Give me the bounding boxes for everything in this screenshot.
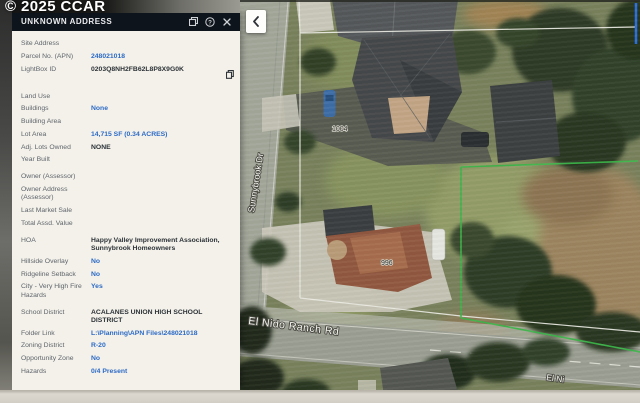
field-value[interactable]: 0/4 Present bbox=[91, 368, 234, 376]
field-row: City - Very High Fire Hazards Yes bbox=[21, 283, 234, 299]
panel-rows: Site Address Parcel No. (APN) 248021018 Lig… bbox=[21, 40, 234, 376]
dark-car bbox=[461, 132, 489, 147]
house-number-996: 996 bbox=[381, 260, 393, 267]
photo-border-top-line bbox=[240, 0, 640, 2]
field-value[interactable]: No bbox=[91, 271, 234, 279]
field-row: Total Assd. Value bbox=[21, 220, 234, 228]
field-row: Parcel No. (APN) 248021018 bbox=[21, 53, 234, 61]
field-row: Site Address bbox=[21, 40, 234, 48]
parcel-info-panel: UNKNOWN ADDRESS ? Site AddressParc bbox=[12, 12, 240, 390]
chevron-left-icon bbox=[252, 16, 260, 27]
field-row: Land Use bbox=[21, 93, 234, 101]
field-row: Zoning District R-20 bbox=[21, 342, 234, 350]
field-row: Folder Link L:\Planning\APN Files\2480210… bbox=[21, 330, 234, 338]
photo-border-left bbox=[0, 0, 12, 403]
field-row: HOA Happy Valley Improvement Association,… bbox=[21, 237, 234, 253]
field-row: Hazards 0/4 Present bbox=[21, 368, 234, 376]
field-row: Ridgeline Setback No bbox=[21, 271, 234, 279]
field-label: School District bbox=[21, 309, 83, 317]
field-label: Lot Area bbox=[21, 131, 83, 139]
field-value: NONE bbox=[91, 144, 234, 152]
field-value[interactable]: Yes bbox=[91, 283, 234, 291]
field-value[interactable]: L:\Planning\APN Files\248021018 bbox=[91, 330, 234, 338]
copy-pages-icon[interactable] bbox=[186, 15, 200, 29]
field-label: Parcel No. (APN) bbox=[21, 53, 83, 61]
svg-text:?: ? bbox=[208, 19, 212, 26]
field-label: Site Address bbox=[21, 40, 83, 48]
field-label: Hillside Overlay bbox=[21, 258, 83, 266]
field-row: LightBox ID 0203Q8NH2FB62L8P8X9G0K bbox=[21, 66, 234, 84]
field-value[interactable]: No bbox=[91, 258, 234, 266]
field-row: School District ACALANES UNION HIGH SCHOO… bbox=[21, 309, 234, 325]
field-value[interactable]: None bbox=[91, 105, 234, 113]
field-value: ACALANES UNION HIGH SCHOOL DISTRICT bbox=[91, 309, 234, 325]
field-label: Total Assd. Value bbox=[21, 220, 83, 228]
outbuilding-1004 bbox=[490, 80, 560, 163]
driveway-top-house bbox=[296, 0, 334, 33]
field-label: Building Area bbox=[21, 118, 83, 126]
field-value[interactable]: 248021018 bbox=[91, 53, 234, 61]
driveway-apron-1004 bbox=[262, 94, 300, 132]
blue-car bbox=[324, 90, 336, 117]
field-value: Happy Valley Improvement Association, Su… bbox=[91, 237, 234, 253]
collapse-panel-button[interactable] bbox=[246, 10, 266, 33]
field-row: Hillside Overlay No bbox=[21, 258, 234, 266]
copy-icon[interactable] bbox=[226, 66, 234, 84]
field-row: Lot Area 14,715 SF (0.34 ACRES) bbox=[21, 131, 234, 139]
field-row: Adj. Lots Owned NONE bbox=[21, 144, 234, 152]
close-icon[interactable] bbox=[220, 15, 234, 29]
field-label: Folder Link bbox=[21, 330, 83, 338]
field-row: Building Area bbox=[21, 118, 234, 126]
watermark: © 2025 CCAR bbox=[5, 0, 106, 15]
field-row: Owner (Assessor) bbox=[21, 173, 234, 181]
field-label: Ridgeline Setback bbox=[21, 271, 83, 279]
photo-border-bottom bbox=[0, 390, 640, 403]
field-label: Owner (Assessor) bbox=[21, 173, 83, 181]
field-row: Buildings None bbox=[21, 105, 234, 113]
field-label: City - Very High Fire Hazards bbox=[21, 283, 83, 299]
field-label: Buildings bbox=[21, 105, 83, 113]
field-label: Last Market Sale bbox=[21, 207, 83, 215]
field-row: Year Built bbox=[21, 156, 234, 164]
house-number-1004: 1004 bbox=[332, 126, 348, 133]
field-row: Last Market Sale bbox=[21, 207, 234, 215]
field-label: Hazards bbox=[21, 368, 83, 376]
field-row: Opportunity Zone No bbox=[21, 355, 234, 363]
screenshot-stage: Sunnybrook Dr El Nido Ranch Rd El Ni 100… bbox=[0, 0, 640, 403]
help-icon[interactable]: ? bbox=[203, 15, 217, 29]
field-value: 0203Q8NH2FB62L8P8X9G0K bbox=[91, 66, 222, 74]
field-label: Adj. Lots Owned bbox=[21, 144, 83, 152]
field-label: Zoning District bbox=[21, 342, 83, 350]
field-value[interactable]: R-20 bbox=[91, 342, 234, 350]
field-value[interactable]: 14,715 SF (0.34 ACRES) bbox=[91, 131, 234, 139]
panel-body: Site Address Parcel No. (APN) 248021018 Lig… bbox=[12, 31, 240, 390]
field-label: Owner Address (Assessor) bbox=[21, 186, 83, 202]
field-label: LightBox ID bbox=[21, 66, 83, 74]
field-value[interactable]: No bbox=[91, 355, 234, 363]
field-row: Owner Address (Assessor) bbox=[21, 186, 234, 202]
panel-title: UNKNOWN ADDRESS bbox=[21, 17, 183, 26]
field-label: Land Use bbox=[21, 93, 83, 101]
field-label: HOA bbox=[21, 237, 83, 245]
field-label: Year Built bbox=[21, 156, 83, 164]
field-label: Opportunity Zone bbox=[21, 355, 83, 363]
white-car bbox=[432, 229, 445, 260]
